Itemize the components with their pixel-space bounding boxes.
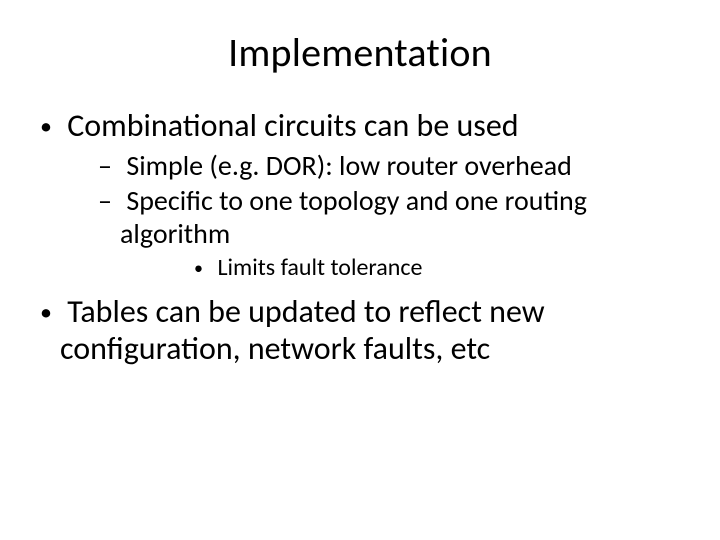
bullet-list-level3: Limits fault tolerance bbox=[120, 254, 690, 283]
list-item: Simple (e.g. DOR): low router overhead bbox=[60, 149, 690, 182]
slide-title: Implementation bbox=[30, 28, 690, 77]
list-item: Specific to one topology and one routing… bbox=[60, 184, 690, 283]
list-item: Combinational circuits can be used Simpl… bbox=[30, 107, 690, 283]
slide: Implementation Combinational circuits ca… bbox=[0, 0, 720, 540]
bullet-list-level1: Combinational circuits can be used Simpl… bbox=[30, 107, 690, 368]
bullet-text: Simple (e.g. DOR): low router overhead bbox=[126, 148, 572, 183]
bullet-text: Combinational circuits can be used bbox=[67, 106, 518, 145]
list-item: Tables can be updated to reflect new con… bbox=[30, 293, 690, 369]
bullet-text: Tables can be updated to reflect new con… bbox=[60, 292, 545, 369]
list-item: Limits fault tolerance bbox=[120, 254, 690, 283]
bullet-list-level2: Simple (e.g. DOR): low router overhead S… bbox=[60, 149, 690, 283]
bullet-text: Limits fault tolerance bbox=[217, 253, 422, 282]
bullet-text: Specific to one topology and one routing… bbox=[120, 183, 587, 251]
